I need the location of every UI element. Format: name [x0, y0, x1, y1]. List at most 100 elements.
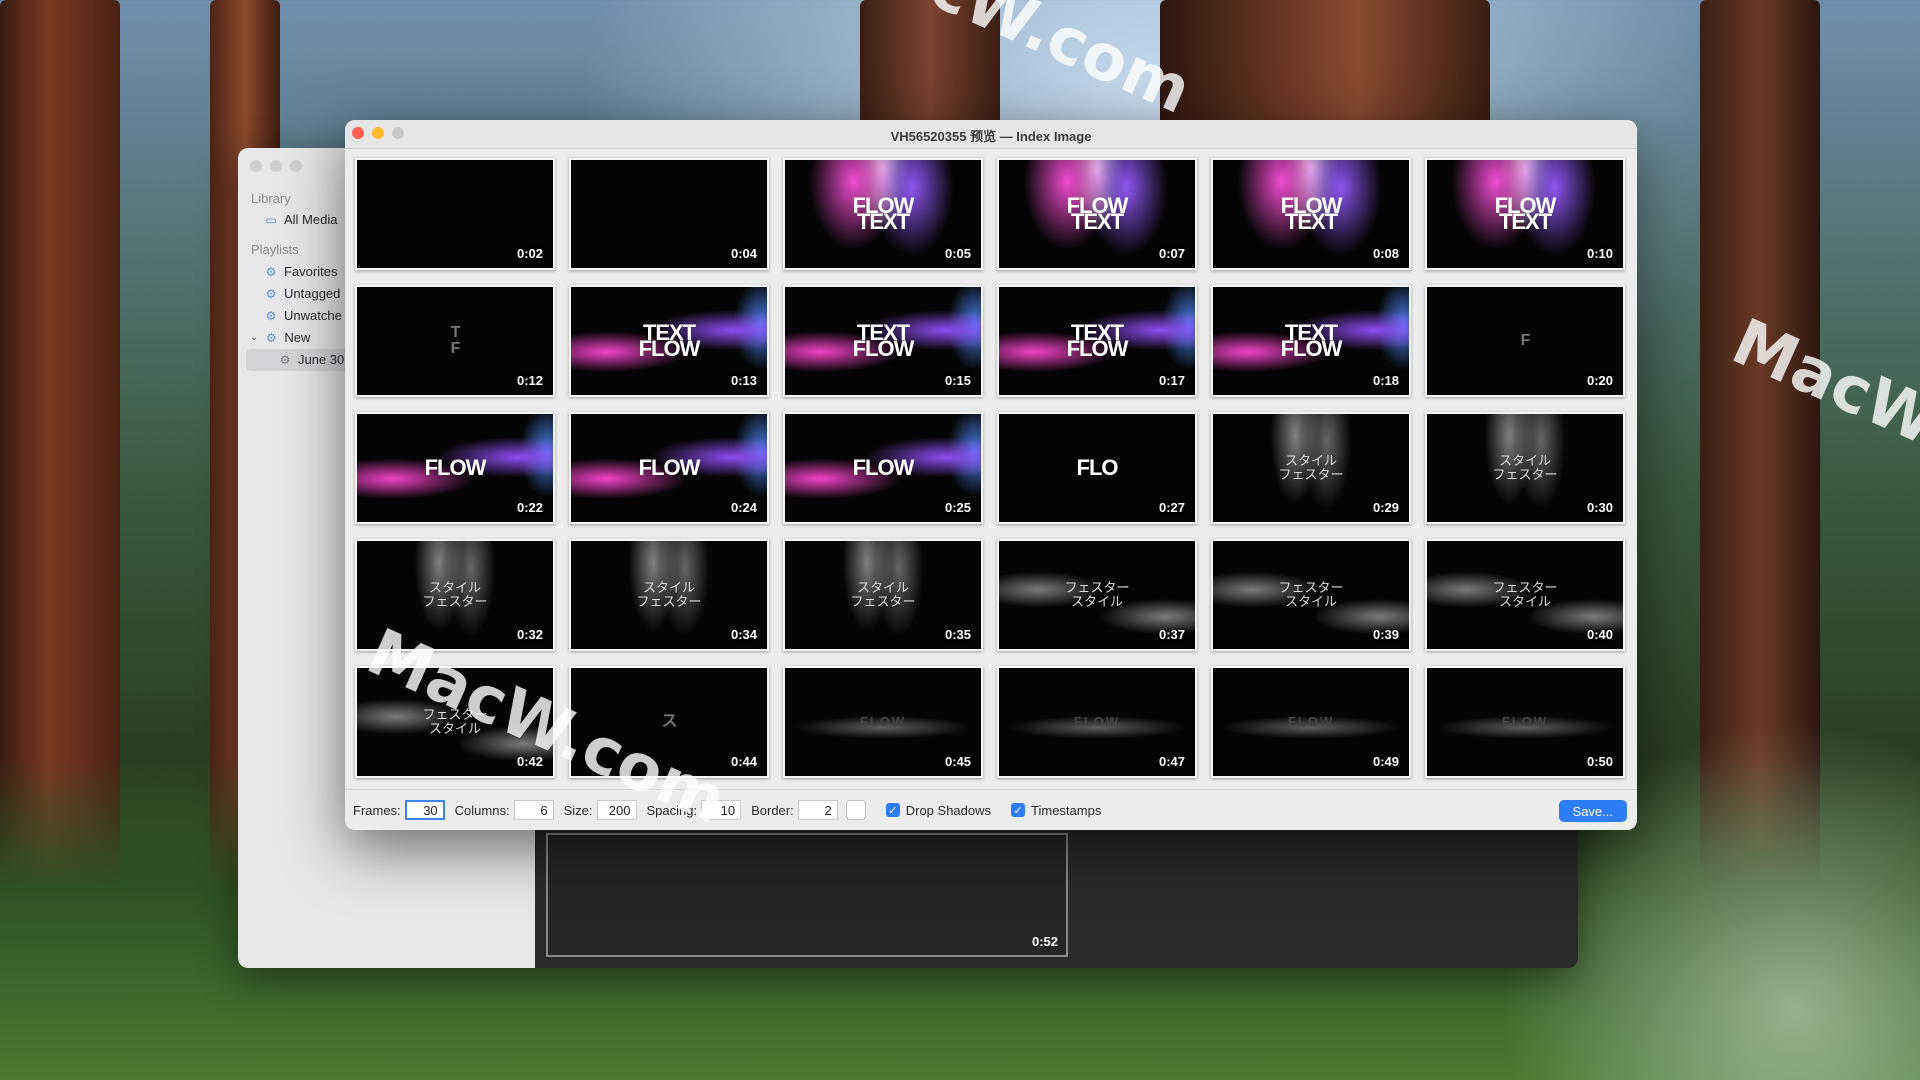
thumbnail-overlay-text: フェスター スタイル [1492, 580, 1558, 609]
sidebar-item-label: June 30 [298, 352, 345, 367]
timestamp-label: 0:29 [1372, 500, 1399, 515]
timestamp-label: 0:35 [944, 627, 971, 642]
timestamp-label: 0:52 [1031, 934, 1058, 949]
gear-icon: ⚙ [279, 352, 291, 367]
thumbnail-overlay-text: スタイル フェスター [1492, 453, 1558, 482]
thumbnail-overlay-text: TEXT FLOW [852, 320, 915, 361]
timestamp-label: 0:12 [516, 373, 543, 388]
size-label: Size: [563, 802, 593, 818]
thumbnail-overlay-text: TEXT FLOW [1280, 320, 1343, 361]
thumbnail-overlay-text: FLOW TEXT [852, 193, 915, 234]
sidebar-item-unwatched[interactable]: ⚙ Unwatche [264, 308, 342, 323]
timestamp-label: 0:18 [1372, 373, 1399, 388]
library-heading: Library [251, 191, 291, 206]
timestamp-label: 0:10 [1586, 246, 1613, 261]
timestamp-label: 0:40 [1586, 627, 1613, 642]
thumbnail-overlay-text: スタイル フェスター [850, 580, 916, 609]
thumbnail-overlay-text: F [1520, 332, 1531, 349]
video-thumbnail[interactable]: スタイル フェスター 0:35 [783, 539, 983, 651]
video-thumbnail[interactable]: FLOW TEXT 0:10 [1425, 158, 1625, 270]
timestamp-label: 0:24 [730, 500, 757, 515]
video-thumbnail[interactable]: FLOW TEXT 0:07 [997, 158, 1197, 270]
video-thumbnail[interactable]: 0:04 [569, 158, 769, 270]
video-thumbnail[interactable]: 0:02 [355, 158, 555, 270]
sidebar-item-all-media[interactable]: ▭ All Media [264, 212, 337, 227]
video-thumbnail[interactable]: TEXT FLOW 0:13 [569, 285, 769, 397]
sidebar-item-label: New [284, 330, 311, 345]
timestamp-label: 0:30 [1586, 500, 1613, 515]
sidebar-item-favorites[interactable]: ⚙ Favorites [264, 264, 338, 279]
sidebar-item-untagged[interactable]: ⚙ Untagged [264, 286, 341, 301]
video-thumbnail[interactable]: FLOW 0:24 [569, 412, 769, 524]
timestamp-label: 0:22 [516, 500, 543, 515]
sidebar-item-label: Favorites [284, 264, 338, 279]
thumbnail-overlay-text: スタイル フェスター [636, 580, 702, 609]
gear-icon: ⚙ [265, 286, 277, 301]
timestamp-label: 0:32 [516, 627, 543, 642]
timestamp-label: 0:08 [1372, 246, 1399, 261]
border-color-well[interactable] [845, 800, 866, 820]
timestamp-label: 0:25 [944, 500, 971, 515]
video-thumbnail[interactable]: F 0:20 [1425, 285, 1625, 397]
minimize-button[interactable] [270, 160, 282, 172]
video-thumbnail[interactable]: TEXT FLOW 0:15 [783, 285, 983, 397]
archive-icon: ▭ [265, 212, 277, 227]
thumbnail-overlay-text: FLOW [638, 455, 701, 480]
video-thumbnail[interactable]: FLOW 0:49 [1211, 666, 1411, 778]
timestamp-label: 0:44 [730, 754, 757, 769]
video-thumbnail[interactable]: TEXT FLOW 0:18 [1211, 285, 1411, 397]
zoom-button[interactable] [290, 160, 302, 172]
sidebar-item-new[interactable]: ⌄ ⚙ New [250, 330, 310, 345]
timestamp-label: 0:49 [1372, 754, 1399, 769]
timestamps-label: Timestamps [1031, 802, 1102, 818]
frames-label: Frames: [353, 802, 401, 818]
frames-field[interactable] [404, 800, 445, 820]
sidebar-item-label: Untagged [284, 286, 341, 301]
thumbnail-overlay-text: FLOW [424, 455, 487, 480]
video-thumbnail[interactable]: FLO 0:27 [997, 412, 1197, 524]
save-button[interactable]: Save... [1558, 800, 1627, 822]
timestamp-label: 0:34 [730, 627, 757, 642]
video-thumbnail[interactable]: FLOW 0:45 [783, 666, 983, 778]
video-thumbnail[interactable]: FLOW 0:25 [783, 412, 983, 524]
thumbnail-overlay-text: フェスター スタイル [1064, 580, 1130, 609]
video-thumbnail[interactable]: スタイル フェスター 0:29 [1211, 412, 1411, 524]
video-thumbnail[interactable]: 0:52 [546, 833, 1068, 957]
timestamps-checkbox[interactable]: ✓ [1011, 803, 1026, 817]
video-thumbnail[interactable]: フェスター スタイル 0:40 [1425, 539, 1625, 651]
playlists-heading: Playlists [251, 242, 299, 257]
thumbnail-overlay-text: FLOW [852, 455, 915, 480]
close-button[interactable] [250, 160, 262, 172]
video-thumbnail[interactable]: フェスター スタイル 0:37 [997, 539, 1197, 651]
video-thumbnail[interactable]: TEXT FLOW 0:17 [997, 285, 1197, 397]
thumbnail-overlay-text: FLO [1076, 455, 1119, 480]
border-field[interactable] [797, 800, 838, 820]
timestamp-label: 0:04 [730, 246, 757, 261]
video-thumbnail[interactable]: FLOW TEXT 0:05 [783, 158, 983, 270]
window-title: VH56520355 预览 — Index Image [890, 129, 1092, 144]
title-bar[interactable]: VH56520355 预览 — Index Image [345, 120, 1637, 149]
video-thumbnail[interactable]: FLOW 0:22 [355, 412, 555, 524]
chevron-down-icon[interactable]: ⌄ [250, 332, 258, 343]
thumbnail-overlay-text: FLOW [1287, 714, 1335, 729]
video-thumbnail[interactable]: スタイル フェスター 0:34 [569, 539, 769, 651]
gear-icon: ⚙ [266, 330, 277, 345]
thumbnail-overlay-text: T F [450, 324, 461, 357]
timestamp-label: 0:20 [1586, 373, 1613, 388]
timestamp-label: 0:15 [944, 373, 971, 388]
thumbnail-overlay-text: FLOW TEXT [1494, 193, 1557, 234]
index-options-toolbar: Frames: Columns: Size: Spacing: Border: … [345, 789, 1637, 830]
video-thumbnail[interactable]: T F 0:12 [355, 285, 555, 397]
thumbnail-overlay-text: TEXT FLOW [1066, 320, 1129, 361]
window-controls-inactive[interactable] [250, 160, 302, 172]
columns-field[interactable] [513, 800, 554, 820]
video-thumbnail[interactable]: フェスター スタイル 0:39 [1211, 539, 1411, 651]
video-thumbnail[interactable]: FLOW TEXT 0:08 [1211, 158, 1411, 270]
video-thumbnail[interactable]: FLOW 0:47 [997, 666, 1197, 778]
sidebar-item-june-30[interactable]: ⚙ June 30 [278, 352, 345, 367]
border-label: Border: [751, 802, 794, 818]
drop-shadows-checkbox[interactable]: ✓ [885, 803, 900, 817]
timestamp-label: 0:05 [944, 246, 971, 261]
video-thumbnail[interactable]: FLOW 0:50 [1425, 666, 1625, 778]
video-thumbnail[interactable]: スタイル フェスター 0:30 [1425, 412, 1625, 524]
